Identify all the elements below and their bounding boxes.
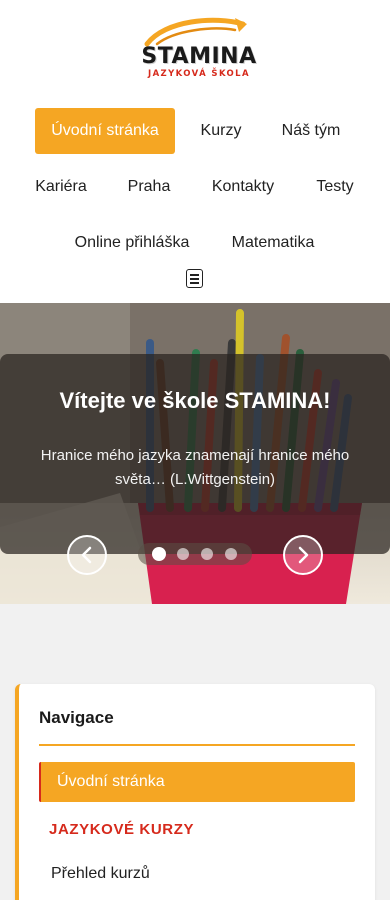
logo-subtitle-text: JAZYKOVÁ ŠKOLA: [148, 69, 250, 79]
slider-dot-2[interactable]: [177, 548, 189, 560]
sidebar-heading-jazykove-kurzy[interactable]: JAZYKOVÉ KURZY: [49, 821, 194, 838]
navigation-divider: [39, 744, 355, 746]
slider-dot-1[interactable]: [152, 547, 166, 561]
stamina-logo[interactable]: STAMINA JAZYKOVÁ ŠKOLA: [135, 14, 260, 79]
hamburger-icon[interactable]: [186, 269, 203, 288]
slider-dot-4[interactable]: [225, 548, 237, 560]
slide-quote: Hranice mého jazyka znamenají hranice mé…: [40, 447, 350, 488]
navigation-card: Navigace Úvodní stránka JAZYKOVÉ KURZY P…: [15, 684, 375, 900]
slide-title: Vítejte ve škole STAMINA!: [59, 388, 331, 413]
site-header: STAMINA JAZYKOVÁ ŠKOLA: [0, 0, 390, 100]
nav-item-matematika[interactable]: Matematika: [220, 220, 326, 266]
nav-item-online-prihlaska[interactable]: Online přihláška: [62, 220, 202, 266]
sidebar-item-uvodni-stranka[interactable]: Úvodní stránka: [39, 762, 355, 802]
hero-slider: Vítejte ve škole STAMINA! Hranice mého j…: [0, 303, 390, 604]
chevron-right-icon: [298, 546, 309, 564]
logo-brand-text: STAMINA: [141, 44, 257, 69]
sidebar-item-prehled-kurzu[interactable]: Přehled kurzů: [51, 865, 150, 883]
nav-item-praha[interactable]: Praha: [118, 164, 180, 210]
nav-item-kariera[interactable]: Kariéra: [26, 164, 96, 210]
nav-item-nas-tym[interactable]: Náš tým: [272, 108, 350, 154]
slider-dot-3[interactable]: [201, 548, 213, 560]
slider-next-button[interactable]: [283, 535, 323, 575]
slider-indicators: [138, 543, 252, 565]
slider-prev-button[interactable]: [67, 535, 107, 575]
content-area: Navigace Úvodní stránka JAZYKOVÉ KURZY P…: [0, 604, 390, 900]
nav-item-kurzy[interactable]: Kurzy: [191, 108, 251, 154]
nav-item-uvodni-stranka[interactable]: Úvodní stránka: [35, 108, 175, 154]
nav-item-testy[interactable]: Testy: [306, 164, 364, 210]
nav-item-kontakty[interactable]: Kontakty: [201, 164, 285, 210]
navigation-title: Navigace: [39, 708, 114, 727]
chevron-left-icon: [81, 546, 92, 564]
